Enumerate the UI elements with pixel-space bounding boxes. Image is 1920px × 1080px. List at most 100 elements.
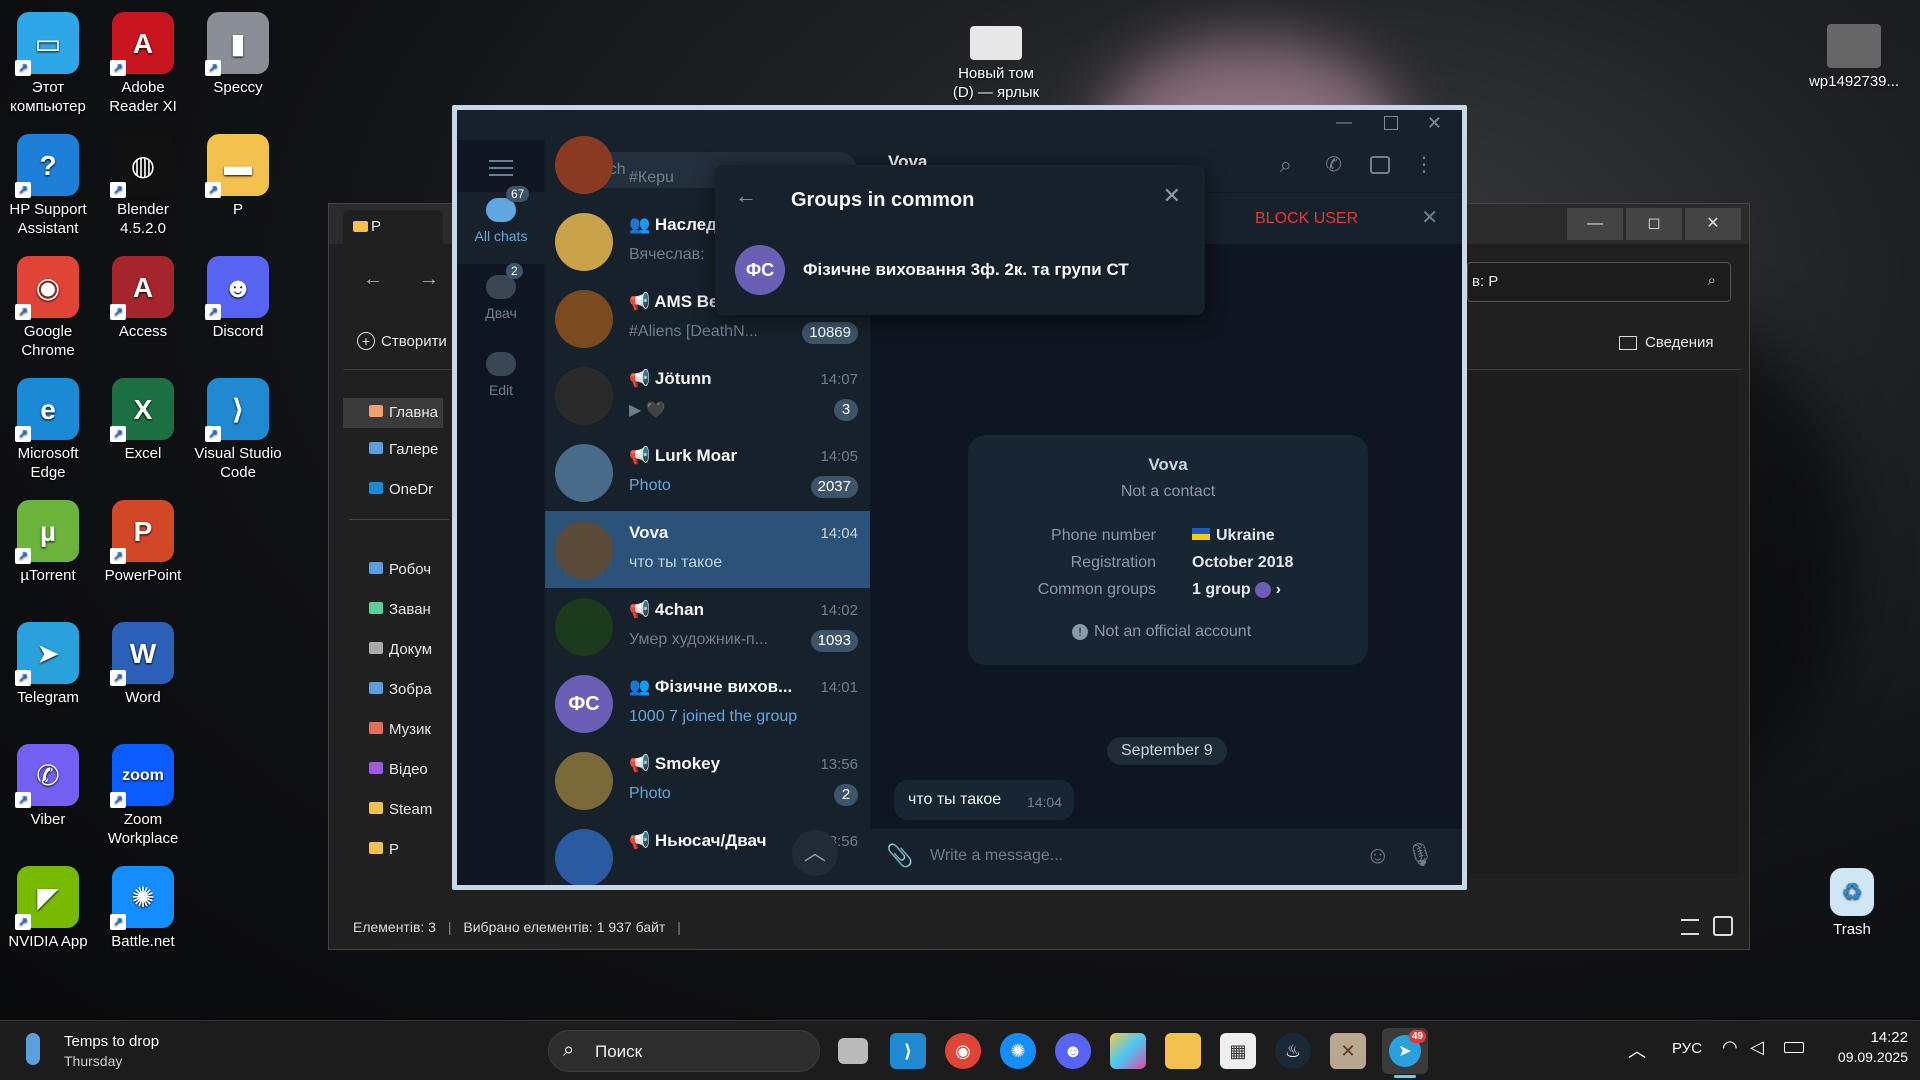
- desktop-icon-viber[interactable]: ✆ ↗ Viber: [0, 738, 96, 829]
- block-user-button[interactable]: BLOCK USER: [1255, 210, 1358, 228]
- explorer-maximize-button[interactable]: ◻: [1626, 208, 1682, 240]
- attach-icon[interactable]: 📎: [886, 843, 913, 869]
- nav-item[interactable]: Главна: [343, 398, 443, 428]
- desktop-icon-zoom-workplace[interactable]: zoom ↗ Zoom Workplace: [95, 738, 191, 848]
- nav-item[interactable]: Заван: [369, 598, 449, 622]
- nav-item[interactable]: Відео: [369, 758, 449, 782]
- taskbar: Temps to drop Thursday ⌕ Поиск ⟩ ◉ ✺ ☻ ▦…: [0, 1020, 1920, 1080]
- common-groups-link[interactable]: 1 group ›: [1192, 581, 1281, 599]
- list-view-icon[interactable]: [1681, 919, 1699, 935]
- desktop-icon-p[interactable]: ▬ ↗ P: [190, 128, 286, 219]
- back-icon[interactable]: ←: [363, 268, 383, 291]
- nav-item[interactable]: Галере: [369, 438, 449, 462]
- close-icon[interactable]: ✕: [1427, 113, 1442, 134]
- nav-item[interactable]: Зобра: [369, 678, 449, 702]
- steam-taskbar-icon[interactable]: ♨: [1275, 1033, 1311, 1069]
- chat-list-item[interactable]: 📢 4chan 14:02 Умер художник-п... 1093: [545, 588, 870, 665]
- close-icon[interactable]: ✕: [1421, 205, 1438, 230]
- menu-icon[interactable]: [489, 160, 513, 176]
- emoji-icon[interactable]: ☺: [1365, 842, 1390, 870]
- thermometer-icon: [26, 1033, 40, 1065]
- battery-icon[interactable]: [1784, 1042, 1804, 1053]
- chat-list-item[interactable]: ФС 👥 Фізичне вихов... 14:01 1000 7 joined t…: [545, 665, 870, 742]
- search-icon[interactable]: ⌕: [1280, 152, 1292, 178]
- desktop-icon-battle-net[interactable]: ✺ ↗ Battle.net: [95, 860, 191, 951]
- explorer-minimize-button[interactable]: —: [1567, 208, 1623, 240]
- chat-list-item[interactable]: 📢 Smokey 13:56 Photo 2: [545, 742, 870, 819]
- create-button[interactable]: + Створити: [357, 332, 447, 350]
- nav-item[interactable]: OneDr: [369, 478, 449, 502]
- desktop-icon-adobe-reader-xi[interactable]: A ↗ Adobe Reader XI: [95, 6, 191, 116]
- desktop-icon-discord[interactable]: ☻ ↗ Discord: [190, 250, 286, 341]
- clock[interactable]: 14:22 09.09.2025: [1818, 1029, 1908, 1065]
- common-group-item[interactable]: ФС Фізичне виховання 3ф. 2к. та групи СТ: [715, 241, 1205, 301]
- sidebar-toggle-icon[interactable]: [1370, 156, 1390, 174]
- nav-item[interactable]: Докум: [369, 638, 449, 662]
- desktop-icon-nvidia-app[interactable]: ◤ ↗ NVIDIA App: [0, 860, 96, 951]
- desktop-icon-wallpaper-file[interactable]: wp1492739...: [1804, 18, 1904, 91]
- telegram-taskbar-icon[interactable]: ➤ 49: [1382, 1028, 1428, 1074]
- tiles-view-icon[interactable]: [1713, 916, 1733, 936]
- desktop-icon-powerpoint[interactable]: P ↗ PowerPoint: [95, 494, 191, 585]
- maximize-icon[interactable]: [1384, 116, 1398, 130]
- wifi-icon[interactable]: ◠: [1722, 1037, 1738, 1058]
- nav-item[interactable]: P: [369, 838, 449, 862]
- desktop-icon-microsoft-edge[interactable]: e ↗ Microsoft Edge: [0, 372, 96, 482]
- desktop-icon-word[interactable]: W ↗ Word: [95, 616, 191, 707]
- explorer-tab[interactable]: P: [343, 210, 443, 244]
- chat-list-item[interactable]: Vova 14:04 что ты такое: [545, 511, 870, 588]
- desktop-icon-этот-компьютер[interactable]: ▭ ↗ Этот компьютер: [0, 6, 96, 116]
- desktop-icon-access[interactable]: A ↗ Access: [95, 250, 191, 341]
- chat-list-item[interactable]: 📢 Lurk Moar 14:05 Photo 2037: [545, 434, 870, 511]
- nav-item[interactable]: Робоч: [369, 558, 449, 582]
- weather-widget[interactable]: Temps to drop Thursday: [24, 1031, 184, 1073]
- phone-icon[interactable]: ✆: [1325, 152, 1342, 177]
- desktop-icon-visual-studio-code[interactable]: ⟩ ↗ Visual Studio Code: [190, 372, 286, 482]
- folder-edit[interactable]: Edit: [457, 352, 545, 398]
- task-view-icon[interactable]: [838, 1038, 868, 1064]
- desktop-icon-label: Visual Studio Code: [194, 445, 282, 481]
- desktop-icon-blender-4-5-2-0[interactable]: ◍ ↗ Blender 4.5.2.0: [95, 128, 191, 238]
- nav-item[interactable]: Steam: [369, 798, 449, 822]
- minimize-icon[interactable]: —: [1336, 114, 1352, 132]
- photos-taskbar-icon[interactable]: [1110, 1033, 1146, 1069]
- desktop-icon-telegram[interactable]: ➤ ↗ Telegram: [0, 616, 96, 707]
- explorer-search-box[interactable]: в: P ⌕: [1467, 262, 1731, 302]
- folder-all-chats[interactable]: 67 All chats: [457, 186, 545, 264]
- message-input[interactable]: Write a message...: [930, 847, 1063, 865]
- chat-list-item[interactable]: 📢 Jötunn 14:07 ▶ 🖤 3: [545, 357, 870, 434]
- folder-двач[interactable]: 2 Двач: [457, 263, 545, 321]
- desktop-icon-speccy[interactable]: ▮ ↗ Speccy: [190, 6, 286, 97]
- desktop-icon-hp-support-assistant[interactable]: ? ↗ HP Support Assistant: [0, 128, 96, 238]
- message-bubble[interactable]: что ты такое 14:04: [894, 780, 1074, 820]
- chrome-taskbar-icon[interactable]: ◉: [945, 1033, 981, 1069]
- forward-icon[interactable]: →: [419, 268, 439, 291]
- scroll-up-button[interactable]: ︿: [792, 830, 838, 876]
- taskbar-search[interactable]: ⌕ Поиск: [548, 1030, 820, 1072]
- desktop-icon-excel[interactable]: X ↗ Excel: [95, 372, 191, 463]
- unread-badge: 3: [834, 399, 858, 421]
- desktop-icon-google-chrome[interactable]: ◉ ↗ Google Chrome: [0, 250, 96, 360]
- file-explorer-taskbar-icon[interactable]: [1165, 1033, 1201, 1069]
- details-button[interactable]: Сведения: [1619, 334, 1714, 351]
- nav-item[interactable]: Музик: [369, 718, 449, 742]
- desktop-icon-trash[interactable]: ♻ Trash: [1804, 862, 1900, 939]
- shortcut-arrow-icon: ↗: [110, 670, 126, 686]
- show-hidden-icons-chevron[interactable]: ︿: [1628, 1037, 1646, 1063]
- microphone-icon[interactable]: 🎙: [1406, 842, 1434, 868]
- close-icon[interactable]: ✕: [1163, 183, 1181, 209]
- back-arrow-icon[interactable]: ←: [735, 183, 757, 209]
- game-taskbar-icon[interactable]: ✕: [1330, 1033, 1366, 1069]
- desktop-icon-µtorrent[interactable]: µ ↗ µTorrent: [0, 494, 96, 585]
- battlenet-taskbar-icon[interactable]: ✺: [1000, 1033, 1036, 1069]
- start-button[interactable]: [498, 1035, 530, 1067]
- more-icon[interactable]: ⋮: [1414, 152, 1434, 177]
- desktop-icon-new-volume[interactable]: Новый том (D) — ярлык: [948, 22, 1044, 102]
- volume-icon[interactable]: ◁: [1750, 1037, 1764, 1058]
- app-icon: ✆ ↗: [15, 744, 79, 808]
- store-taskbar-icon[interactable]: ▦: [1220, 1033, 1256, 1069]
- discord-taskbar-icon[interactable]: ☻: [1055, 1033, 1091, 1069]
- language-indicator[interactable]: РУС: [1672, 1040, 1702, 1057]
- explorer-close-button[interactable]: ✕: [1685, 208, 1741, 240]
- vscode-taskbar-icon[interactable]: ⟩: [890, 1033, 926, 1069]
